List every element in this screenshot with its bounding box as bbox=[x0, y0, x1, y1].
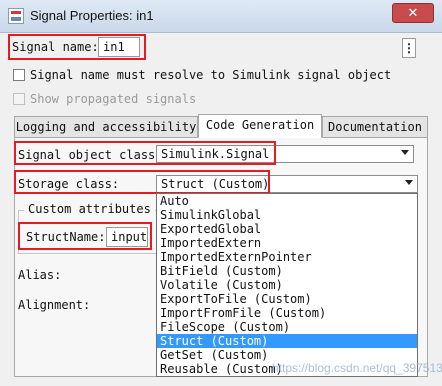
alias-label: Alias: bbox=[18, 268, 62, 282]
tab-logging[interactable]: Logging and accessibility bbox=[14, 116, 198, 138]
tab-code-generation[interactable]: Code Generation bbox=[198, 114, 322, 138]
chevron-down-icon bbox=[401, 150, 409, 155]
storage-option-importedexternpointer[interactable]: ImportedExternPointer bbox=[157, 250, 417, 264]
storage-option-auto[interactable]: Auto bbox=[157, 194, 417, 208]
storage-option-struct[interactable]: Struct (Custom) bbox=[157, 334, 417, 348]
storage-option-filescope[interactable]: FileScope (Custom) bbox=[157, 320, 417, 334]
show-propagated-checkbox bbox=[13, 93, 25, 105]
alignment-label: Alignment: bbox=[18, 298, 91, 312]
close-button[interactable]: ✕ bbox=[392, 3, 434, 23]
title-bar: Signal Properties: in1 ✕ bbox=[0, 0, 442, 33]
signal-object-class-highlight bbox=[14, 141, 276, 165]
storage-option-simulinkglobal[interactable]: SimulinkGlobal bbox=[157, 208, 417, 222]
storage-option-importfromfile[interactable]: ImportFromFile (Custom) bbox=[157, 306, 417, 320]
storage-class-dropdown[interactable]: Auto SimulinkGlobal ExportedGlobal Impor… bbox=[156, 193, 418, 377]
storage-class-highlight bbox=[14, 170, 270, 194]
show-propagated-label: Show propagated signals bbox=[30, 92, 197, 106]
tab-bar: Logging and accessibility Code Generatio… bbox=[14, 114, 428, 138]
resolve-signal-label: Signal name must resolve to Simulink sig… bbox=[30, 68, 392, 82]
window-title: Signal Properties: in1 bbox=[30, 8, 154, 23]
storage-option-importedextern[interactable]: ImportedExtern bbox=[157, 236, 417, 250]
more-options-button[interactable]: ⋮ bbox=[402, 38, 416, 58]
storage-option-getset[interactable]: GetSet (Custom) bbox=[157, 348, 417, 362]
custom-attributes-title: Custom attributes bbox=[24, 202, 155, 216]
storage-option-volatile[interactable]: Volatile (Custom) bbox=[157, 278, 417, 292]
watermark: https://blog.csdn.net/qq_39751352 bbox=[272, 361, 442, 375]
signal-properties-icon bbox=[8, 8, 24, 24]
storage-option-exportedglobal[interactable]: ExportedGlobal bbox=[157, 222, 417, 236]
chevron-down-icon bbox=[405, 180, 413, 185]
struct-name-highlight bbox=[18, 222, 152, 250]
tab-documentation[interactable]: Documentation bbox=[322, 116, 428, 138]
resolve-signal-checkbox[interactable] bbox=[13, 69, 25, 81]
storage-option-bitfield[interactable]: BitField (Custom) bbox=[157, 264, 417, 278]
storage-option-exporttofile[interactable]: ExportToFile (Custom) bbox=[157, 292, 417, 306]
signal-name-highlight bbox=[8, 34, 146, 60]
